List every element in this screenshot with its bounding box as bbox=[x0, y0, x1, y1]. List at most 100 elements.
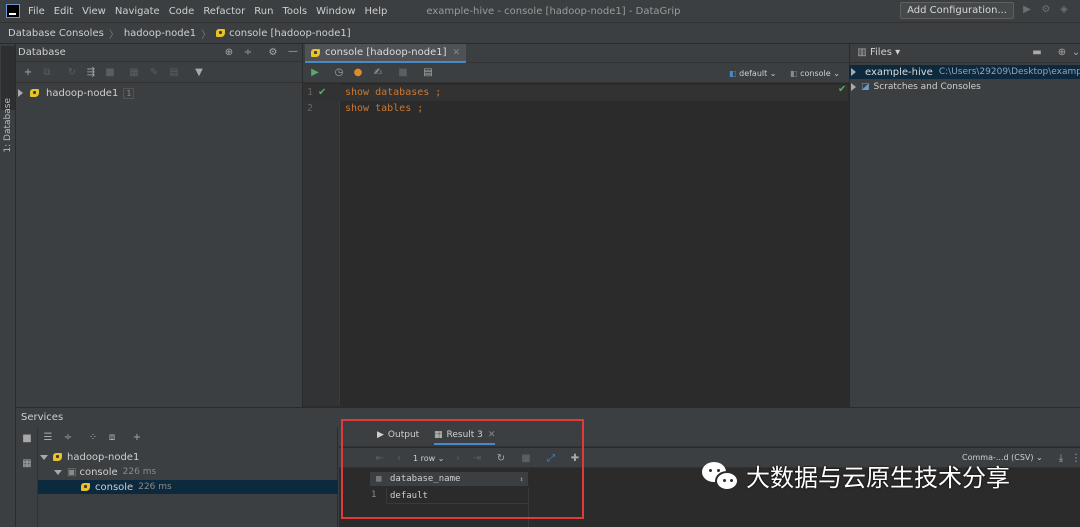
code-line[interactable]: show databases ; bbox=[345, 87, 441, 98]
schema-value: default bbox=[739, 69, 768, 78]
files-item-example-hive[interactable]: example-hive C:\Users\29209\Desktop\exam… bbox=[849, 65, 1080, 79]
refresh-icon[interactable]: ↻ bbox=[66, 67, 78, 79]
chevron-right-icon: 〉 bbox=[108, 29, 119, 41]
hive-icon bbox=[216, 28, 226, 38]
close-icon[interactable]: ✕ bbox=[453, 48, 461, 58]
line-number: 1 bbox=[307, 87, 314, 98]
service-item-label: hadoop-node1 bbox=[67, 451, 140, 463]
hive-icon bbox=[30, 88, 40, 98]
files-title-label: Files bbox=[870, 47, 892, 58]
add-icon[interactable]: + bbox=[22, 67, 34, 79]
globe-icon[interactable]: ⊕ bbox=[223, 47, 235, 59]
group-icon[interactable]: ⁘ bbox=[87, 432, 99, 444]
expand-arrow-icon[interactable] bbox=[851, 68, 856, 76]
stop-icon[interactable]: ■ bbox=[397, 67, 409, 79]
expand-arrow-icon[interactable] bbox=[18, 89, 23, 97]
menu-tools[interactable]: Tools bbox=[282, 6, 307, 17]
inspection-ok-icon: ✔ bbox=[838, 84, 847, 95]
execute-icon[interactable]: ▶ bbox=[309, 67, 321, 79]
run-icon[interactable]: ▶ bbox=[1021, 4, 1033, 16]
chevron-right-icon: 〉 bbox=[201, 29, 212, 41]
transaction-icon[interactable]: ● bbox=[352, 67, 364, 79]
watermark-text: 大数据与云原生技术分享 bbox=[746, 464, 1010, 492]
line-gutter bbox=[303, 84, 340, 406]
scratches-icon: ◪ bbox=[861, 82, 870, 92]
code-editor[interactable] bbox=[341, 84, 848, 406]
menu-view[interactable]: View bbox=[82, 6, 106, 17]
chevron-down-icon[interactable]: ⌄ bbox=[1070, 47, 1080, 59]
services-title: Services bbox=[21, 412, 64, 423]
schema-select[interactable]: ◧ default ⌄ bbox=[729, 69, 777, 78]
gear-icon[interactable]: ⚙ bbox=[267, 47, 279, 59]
add-icon[interactable]: + bbox=[131, 432, 143, 444]
tab-console[interactable]: console [hadoop-node1] ✕ bbox=[305, 44, 467, 63]
files-item-label: example-hive bbox=[865, 66, 933, 78]
console-icon: ▣ bbox=[67, 466, 77, 478]
code-line[interactable]: show tables ; bbox=[345, 103, 423, 114]
hive-icon bbox=[53, 452, 63, 462]
database-tool-label: 1: Database bbox=[3, 98, 13, 153]
window-title: example-hive - console [hadoop-node1] - … bbox=[426, 5, 681, 17]
more-icon[interactable]: ⋮ bbox=[1070, 453, 1080, 465]
service-item-console[interactable]: console 226 ms bbox=[38, 480, 338, 494]
breadcrumb-item-consoles[interactable]: Database Consoles bbox=[8, 28, 104, 39]
database-tool-tab[interactable]: 1: Database bbox=[1, 46, 15, 153]
files-item-scratches[interactable]: ◪ Scratches and Consoles bbox=[849, 80, 981, 94]
filter-icon[interactable]: ▼ bbox=[193, 67, 205, 79]
annotation-highlight-box bbox=[341, 419, 584, 519]
console-select[interactable]: ◧ console ⌄ bbox=[790, 69, 840, 78]
menu-navigate[interactable]: Navigate bbox=[115, 6, 160, 17]
count-badge: 1 bbox=[123, 87, 135, 99]
coverage-icon[interactable]: ◈ bbox=[1058, 4, 1070, 16]
breadcrumb-item-node[interactable]: hadoop-node1 bbox=[124, 28, 196, 39]
add-configuration-button[interactable]: Add Configuration... bbox=[900, 2, 1014, 19]
globe-icon[interactable]: ⊕ bbox=[1056, 47, 1068, 59]
copy-icon[interactable]: ⧉ bbox=[41, 67, 53, 79]
datagrip-logo-icon bbox=[6, 4, 20, 18]
edit-icon[interactable]: ✎ bbox=[148, 67, 160, 79]
database-panel-title: Database bbox=[18, 47, 66, 58]
layout-icon[interactable]: ▦ bbox=[21, 458, 33, 470]
stop-icon[interactable]: ■ bbox=[21, 433, 33, 445]
grid-icon[interactable]: ▤ bbox=[422, 67, 434, 79]
menu-edit[interactable]: Edit bbox=[54, 6, 73, 17]
debug-icon[interactable]: ⚙ bbox=[1040, 4, 1052, 16]
files-view-icon: ▥ bbox=[857, 47, 867, 58]
console-icon[interactable]: ▤ bbox=[168, 67, 180, 79]
menu-file[interactable]: File bbox=[28, 6, 45, 17]
collapse-arrow-icon[interactable] bbox=[54, 469, 62, 475]
expand-arrow-icon[interactable] bbox=[851, 83, 856, 91]
collapse-arrow-icon[interactable] bbox=[40, 454, 48, 460]
service-item-time: 226 ms bbox=[138, 482, 172, 492]
console-value: console bbox=[800, 69, 831, 78]
download-icon[interactable]: ⤓ bbox=[1055, 453, 1067, 465]
history-icon[interactable]: ◷ bbox=[333, 67, 345, 79]
menu-refactor[interactable]: Refactor bbox=[203, 6, 245, 17]
folder-icon[interactable]: ▬ bbox=[1031, 47, 1043, 59]
filter-icon[interactable]: ⧈ bbox=[106, 432, 118, 444]
tab-label: console [hadoop-node1] bbox=[325, 47, 447, 58]
files-item-path: C:\Users\29209\Desktop\examp bbox=[938, 67, 1080, 77]
files-panel bbox=[849, 44, 1080, 407]
breadcrumb: Database Consoles 〉 hadoop-node1 〉 conso… bbox=[0, 22, 1080, 44]
menu-window[interactable]: Window bbox=[316, 6, 355, 17]
service-item-console-group[interactable]: ▣ console 226 ms bbox=[54, 465, 156, 479]
database-icon: ◧ bbox=[729, 69, 737, 78]
tree-item-hadoop-node1[interactable]: hadoop-node1 1 bbox=[18, 86, 135, 100]
breadcrumb-item-console[interactable]: console [hadoop-node1] bbox=[229, 28, 351, 39]
wrench-icon[interactable]: ✍ bbox=[372, 67, 384, 79]
service-item-node[interactable]: hadoop-node1 bbox=[40, 450, 139, 464]
table-icon[interactable]: ▦ bbox=[128, 67, 140, 79]
menu-run[interactable]: Run bbox=[254, 6, 273, 17]
collapse-all-icon[interactable]: ÷ bbox=[62, 432, 74, 444]
collapse-icon[interactable]: ÷ bbox=[242, 47, 254, 59]
hide-icon[interactable]: — bbox=[287, 46, 299, 58]
files-panel-title[interactable]: Files ▾ bbox=[870, 47, 900, 58]
check-icon: ✔ bbox=[318, 87, 327, 98]
expand-all-icon[interactable]: ☰ bbox=[42, 432, 54, 444]
sync-icon[interactable]: ⇶ bbox=[85, 67, 97, 79]
menu-code[interactable]: Code bbox=[169, 6, 195, 17]
menu-help[interactable]: Help bbox=[365, 6, 388, 17]
line-number: 2 bbox=[307, 103, 314, 114]
stop-icon[interactable]: ■ bbox=[104, 67, 116, 79]
